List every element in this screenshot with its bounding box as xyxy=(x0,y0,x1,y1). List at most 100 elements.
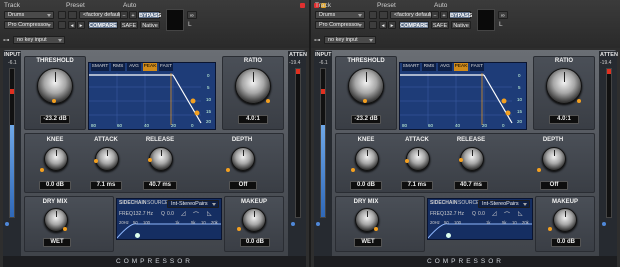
release-knob[interactable] xyxy=(460,147,484,171)
native-button[interactable]: Native xyxy=(140,21,160,29)
depth-indicator xyxy=(226,168,230,172)
preset-select[interactable]: <factory default> xyxy=(390,11,436,19)
source-select[interactable]: Int-StereoPairs xyxy=(478,200,530,208)
release-knob[interactable] xyxy=(149,147,173,171)
preset-menu-icon[interactable] xyxy=(68,11,77,19)
plugin-select[interactable]: Pro Compressor xyxy=(4,21,54,29)
native-button[interactable]: Native xyxy=(451,21,471,29)
graph-y-tick: 0 xyxy=(207,73,210,78)
preset-minus-button[interactable]: − xyxy=(120,11,128,19)
depth-label: DEPTH xyxy=(231,137,253,143)
atten-peak-value: -19.4 xyxy=(600,60,612,66)
key-icon[interactable]: ⊶ xyxy=(314,36,321,44)
preset-prev-button[interactable]: ◂ xyxy=(379,21,387,29)
track-select[interactable]: Drums xyxy=(315,11,365,19)
ratio-value[interactable]: 4.0:1 xyxy=(549,115,579,124)
makeup-indicator xyxy=(548,227,552,231)
threshold-value[interactable]: -23.2 dB xyxy=(351,115,381,124)
preset-plus-button[interactable]: + xyxy=(440,11,448,19)
sidechain-freq-handle[interactable] xyxy=(446,233,451,238)
key-input-select[interactable]: no key input xyxy=(324,36,376,44)
atten-link-icon[interactable] xyxy=(291,222,295,226)
drymix-label: DRY MIX xyxy=(42,199,68,205)
release-value[interactable]: 40.7 ms xyxy=(454,181,488,190)
brand-label: COMPRESSOR xyxy=(3,256,306,267)
key-icon[interactable]: ⊶ xyxy=(3,36,10,44)
release-label: RELEASE xyxy=(456,137,486,143)
input-peak-value: -6.1 xyxy=(319,60,328,66)
preset-select[interactable]: <factory default> xyxy=(79,11,125,19)
key-input-select[interactable]: no key input xyxy=(13,36,65,44)
depth-knob[interactable] xyxy=(231,147,255,171)
depth-value[interactable]: Off xyxy=(540,181,568,190)
knee-label: KNEE xyxy=(357,137,375,143)
freq-tick: 20Hz xyxy=(430,220,440,225)
preset-next-button[interactable]: ▸ xyxy=(77,21,85,29)
sidechain-label: SIDECHAIN xyxy=(430,200,458,206)
safe-button[interactable]: SAFE xyxy=(120,21,138,29)
knee-value[interactable]: 0.0 dB xyxy=(39,181,71,190)
plugin-prev-button[interactable] xyxy=(369,21,377,29)
graph-y-tick: 0 xyxy=(518,73,521,78)
preset-minus-button[interactable]: − xyxy=(431,11,439,19)
attack-value[interactable]: 7.1 ms xyxy=(90,181,122,190)
drymix-value[interactable]: WET xyxy=(43,238,71,247)
plugin-prev-button[interactable] xyxy=(58,21,66,29)
source-select[interactable]: Int-StereoPairs xyxy=(167,200,219,208)
highcut-icon[interactable]: ◺ xyxy=(207,210,212,217)
knee-knob[interactable] xyxy=(44,147,68,171)
sidechain-freq-handle[interactable] xyxy=(135,233,140,238)
preset-prev-button[interactable]: ◂ xyxy=(68,21,76,29)
lowcut-icon[interactable]: ◿ xyxy=(492,210,497,217)
freq-tick: 100 xyxy=(143,220,150,225)
input-link-icon[interactable] xyxy=(5,222,9,226)
bandpass-icon[interactable]: ⌒ xyxy=(193,210,199,219)
drymix-value[interactable]: WET xyxy=(354,238,382,247)
close-icon[interactable] xyxy=(300,3,305,8)
graph-x-tick: 20 xyxy=(482,123,488,128)
makeup-value[interactable]: 0.0 dB xyxy=(240,238,270,247)
lowcut-icon[interactable]: ◿ xyxy=(181,210,186,217)
preset-menu-icon[interactable] xyxy=(379,11,388,19)
knee-value[interactable]: 0.0 dB xyxy=(350,181,382,190)
release-value[interactable]: 40.7 ms xyxy=(143,181,177,190)
track-prev-button[interactable] xyxy=(369,11,377,19)
bypass-button[interactable]: BYPASS xyxy=(449,11,472,19)
plugin-select[interactable]: Pro Compressor xyxy=(315,21,365,29)
graph-y-tick: 15 xyxy=(517,109,523,114)
depth-value[interactable]: Off xyxy=(229,181,257,190)
threshold-value[interactable]: -23.2 dB xyxy=(40,115,70,124)
attack-knob[interactable] xyxy=(95,147,119,171)
ratio-value[interactable]: 4.0:1 xyxy=(238,115,268,124)
auto-label: Auto xyxy=(434,2,448,9)
knee-knob[interactable] xyxy=(355,147,379,171)
highcut-icon[interactable]: ◺ xyxy=(518,210,523,217)
freq-value[interactable]: 132.7 Hz xyxy=(444,211,464,217)
attack-value[interactable]: 7.1 ms xyxy=(401,181,433,190)
attack-knob[interactable] xyxy=(406,147,430,171)
q-value[interactable]: 0.0 xyxy=(167,211,174,217)
safe-button[interactable]: SAFE xyxy=(431,21,449,29)
track-prev-button[interactable] xyxy=(58,11,66,19)
freq-value[interactable]: 132.7 Hz xyxy=(133,211,153,217)
link-icon[interactable]: ∞ xyxy=(187,11,197,19)
makeup-value[interactable]: 0.0 dB xyxy=(551,238,581,247)
compare-button[interactable]: COMPARE xyxy=(88,21,118,29)
track-select[interactable]: Drums xyxy=(4,11,54,19)
q-value[interactable]: 0.0 xyxy=(478,211,485,217)
link-icon[interactable]: ∞ xyxy=(498,11,508,19)
q-label: Q xyxy=(161,211,165,217)
bandpass-icon[interactable]: ⌒ xyxy=(504,210,510,219)
atten-link-icon[interactable] xyxy=(602,222,606,226)
input-meter xyxy=(320,68,326,218)
makeup-knob[interactable] xyxy=(242,208,266,232)
input-link-icon[interactable] xyxy=(316,222,320,226)
channel-label: L xyxy=(499,21,503,28)
compare-button[interactable]: COMPARE xyxy=(399,21,429,29)
makeup-knob[interactable] xyxy=(553,208,577,232)
freq-tick: 50 xyxy=(444,220,449,225)
depth-knob[interactable] xyxy=(542,147,566,171)
preset-plus-button[interactable]: + xyxy=(129,11,137,19)
bypass-button[interactable]: BYPASS xyxy=(138,11,161,19)
preset-next-button[interactable]: ▸ xyxy=(388,21,396,29)
